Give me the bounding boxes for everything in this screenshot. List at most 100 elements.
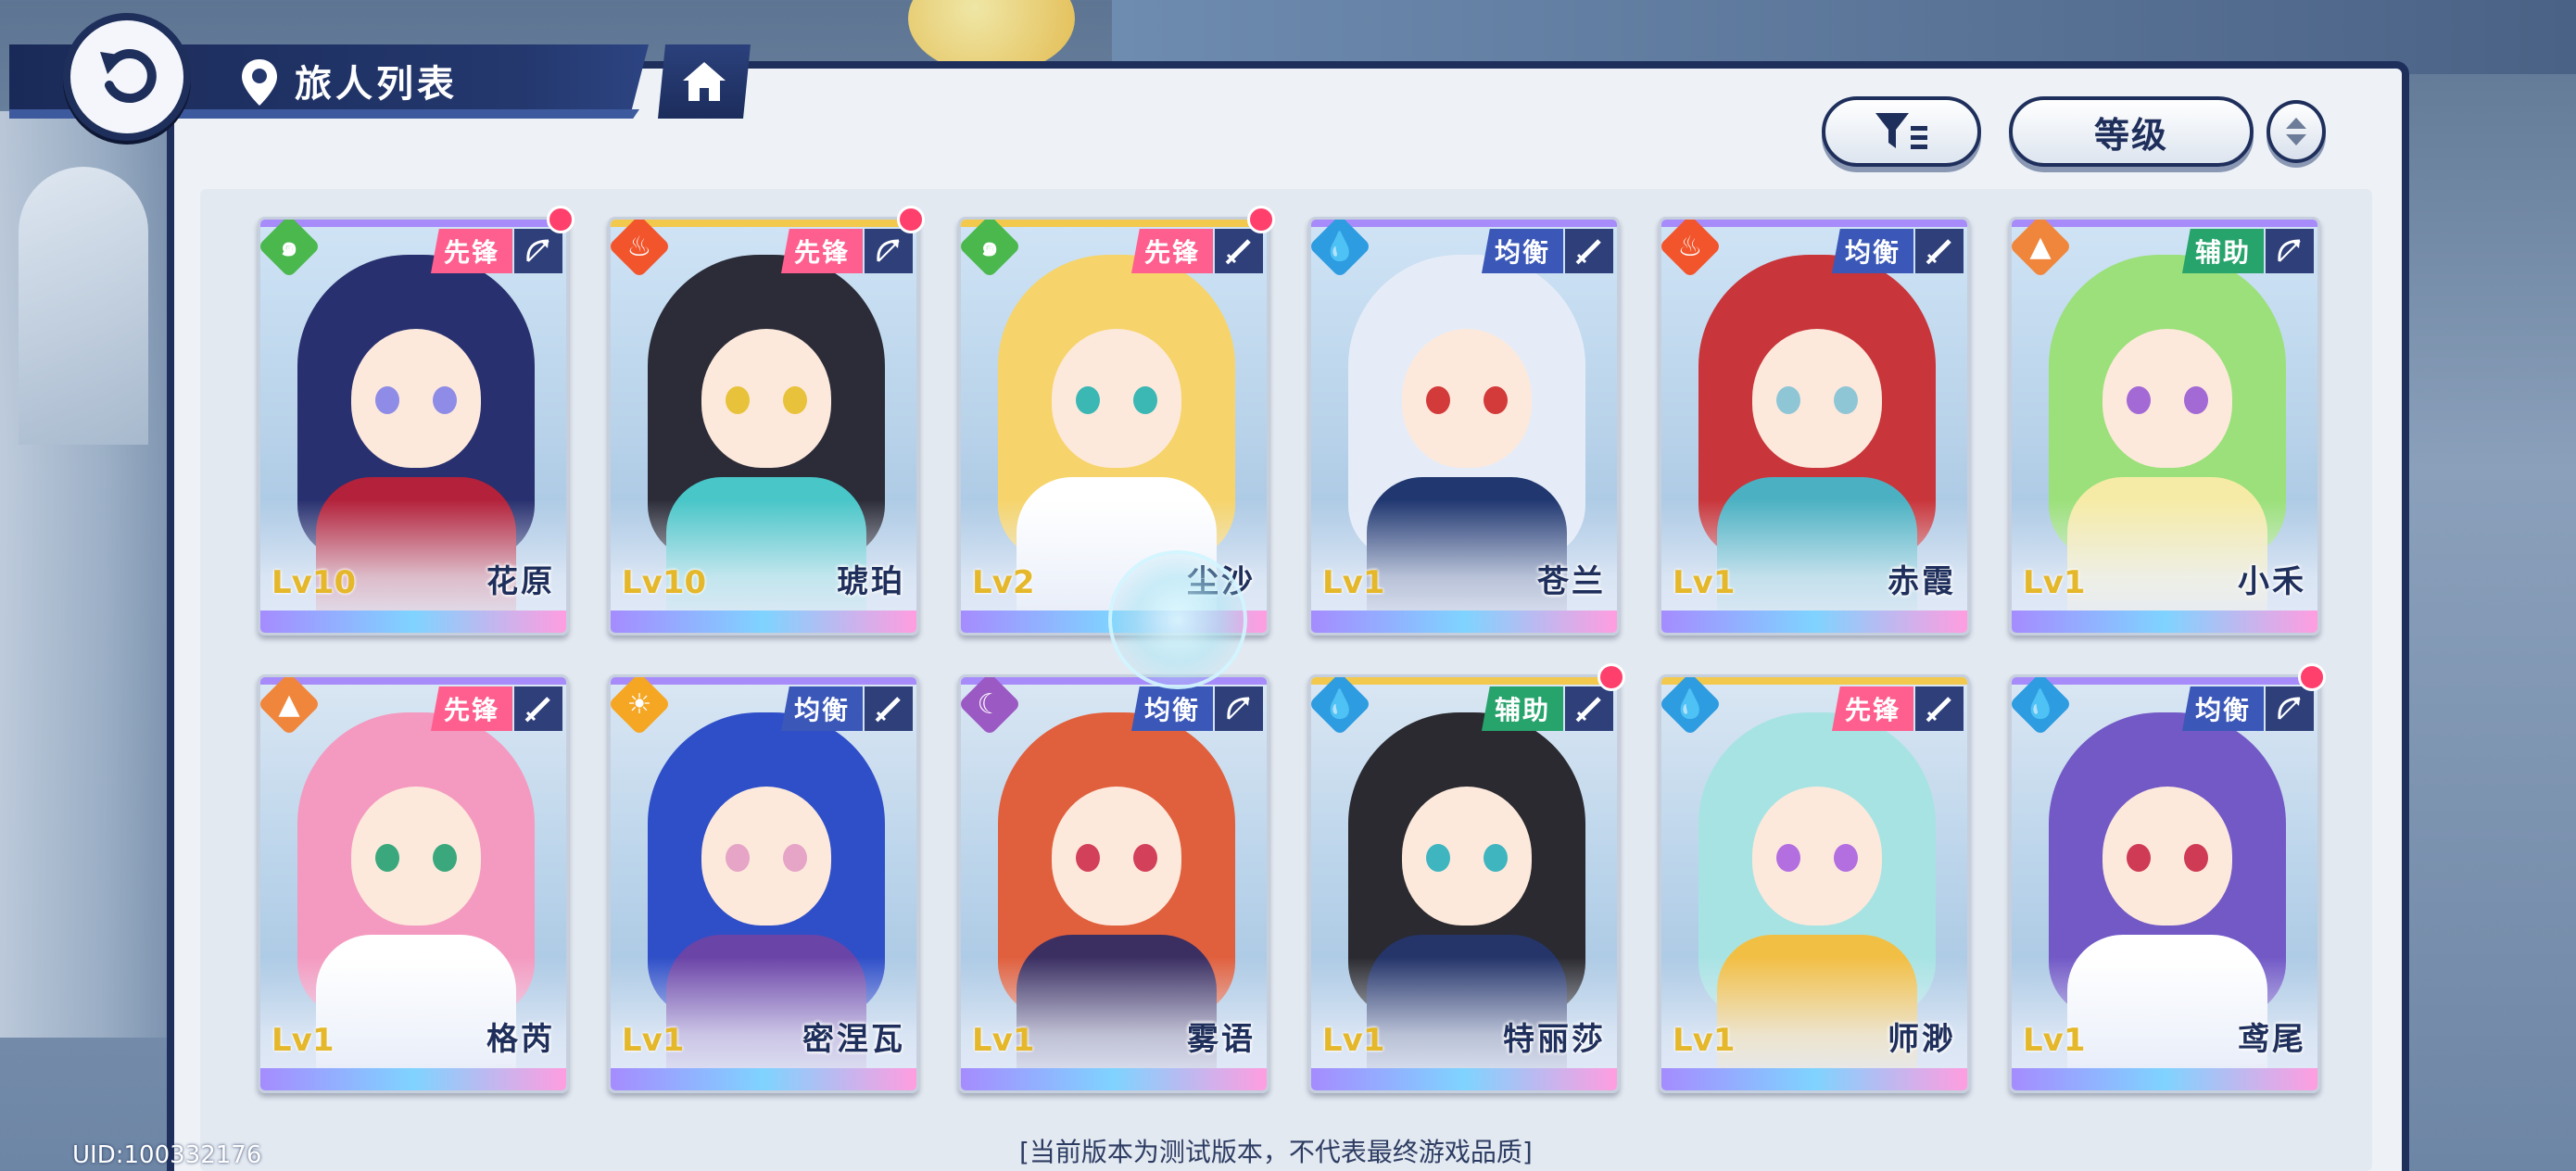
back-button[interactable] (63, 13, 191, 141)
sword-weapon-icon (1565, 686, 1613, 731)
role-tag: 先锋 (1130, 229, 1213, 273)
water-element-icon: 💧 (1322, 230, 1357, 263)
sort-select-button[interactable]: 等级 (2009, 96, 2254, 167)
character-level: Lv1 (1322, 1022, 1385, 1059)
new-indicator-dot (1247, 206, 1275, 233)
bow-weapon-icon (514, 229, 562, 273)
rarity-bar (260, 611, 566, 633)
portrait-face (701, 787, 831, 925)
element-badge: ▲ (2012, 220, 2073, 279)
character-level: Lv1 (622, 1022, 685, 1059)
character-card[interactable]: ▲ 辅助 Lv1 小禾 (2009, 217, 2320, 636)
character-card[interactable]: 💧 先锋 Lv1 师渺 (1659, 674, 1970, 1093)
element-badge: ▲ (260, 677, 322, 737)
light-element-icon: ☀ (626, 687, 652, 721)
element-badge: 💧 (2012, 677, 2073, 737)
portrait-face (2102, 329, 2232, 468)
portrait-eye (375, 844, 399, 872)
role-tag: 先锋 (1831, 686, 1913, 731)
home-icon (683, 62, 726, 101)
portrait-eye (726, 386, 750, 414)
filter-button[interactable] (1822, 96, 1981, 167)
portrait-face (1402, 787, 1532, 925)
dark-element-icon: ☾ (977, 687, 1003, 721)
rarity-bar (1661, 1068, 1967, 1090)
portrait-face (1052, 329, 1181, 468)
rarity-bar (961, 1068, 1267, 1090)
portrait-eye (2127, 386, 2151, 414)
element-badge: ๑ (260, 220, 322, 279)
character-level: Lv2 (972, 564, 1035, 601)
role-tag: 先锋 (430, 686, 512, 731)
character-level: Lv1 (2023, 564, 2086, 601)
bow-weapon-icon (2266, 229, 2314, 273)
test-version-notice: [当前版本为测试版本，不代表最终游戏品质] (1019, 1137, 1533, 1167)
element-badge: ☾ (961, 677, 1022, 737)
earth-element-icon: ▲ (2029, 230, 2052, 263)
portrait-eye (433, 386, 457, 414)
back-arrow-icon (100, 49, 157, 104)
role-tag: 均衡 (2181, 686, 2264, 731)
bow-weapon-icon (2266, 686, 2314, 731)
bow-weapon-icon (865, 229, 913, 273)
portrait-face (1752, 329, 1882, 468)
rarity-bar (611, 1068, 916, 1090)
character-level: Lv1 (972, 1022, 1035, 1059)
new-indicator-dot (1597, 663, 1625, 691)
new-indicator-dot (2298, 663, 2326, 691)
portrait-eye (2127, 844, 2151, 872)
sword-weapon-icon (865, 686, 913, 731)
character-card[interactable]: ♨ 均衡 Lv1 赤霞 (1659, 217, 1970, 636)
character-card[interactable]: 💧 均衡 Lv1 苍兰 (1308, 217, 1620, 636)
portrait-face (351, 787, 481, 925)
portrait-face (1752, 787, 1882, 925)
sword-weapon-icon (514, 686, 562, 731)
portrait-eye (1076, 386, 1100, 414)
role-tag: 均衡 (780, 686, 863, 731)
element-badge: ☀ (611, 677, 672, 737)
rarity-bar (2012, 611, 2317, 633)
filter-icon (1875, 113, 1927, 149)
character-level: Lv1 (1322, 564, 1385, 601)
character-name: 琥珀 (837, 563, 905, 600)
role-tag: 辅助 (2181, 229, 2264, 273)
sort-order-toggle[interactable] (2267, 100, 2326, 163)
portrait-eye (1426, 386, 1450, 414)
character-card[interactable]: ๑ 先锋 Lv10 花原 (258, 217, 569, 636)
role-tag: 辅助 (1481, 686, 1563, 731)
character-card[interactable]: 💧 均衡 Lv1 鸢尾 (2009, 674, 2320, 1093)
earth-element-icon: ▲ (278, 687, 300, 721)
portrait-eye (1426, 844, 1450, 872)
wind-element-icon: ๑ (280, 230, 298, 263)
wind-element-icon: ๑ (980, 230, 999, 263)
home-button[interactable] (658, 44, 751, 119)
portrait-face (1052, 787, 1181, 925)
portrait-eye (1834, 386, 1858, 414)
fire-element-icon: ♨ (1677, 230, 1703, 263)
uid-label: UID:100332176 (72, 1141, 262, 1169)
character-level: Lv1 (2023, 1022, 2086, 1059)
page-title: 旅人列表 (295, 63, 458, 106)
role-tag: 均衡 (1831, 229, 1913, 273)
character-name: 小禾 (2238, 563, 2306, 600)
sword-weapon-icon (1915, 686, 1964, 731)
sword-weapon-icon (1565, 229, 1613, 273)
character-name: 苍兰 (1537, 563, 1606, 600)
role-tag: 均衡 (1130, 686, 1213, 731)
rarity-bar (611, 611, 916, 633)
portrait-eye (2184, 386, 2208, 414)
portrait-eye (375, 386, 399, 414)
location-pin-icon (242, 59, 277, 106)
character-level: Lv1 (1673, 564, 1736, 601)
character-card[interactable]: ▲ 先锋 Lv1 格芮 (258, 674, 569, 1093)
element-badge: ♨ (611, 220, 672, 279)
water-element-icon: 💧 (1673, 687, 1708, 721)
touch-indicator (1108, 550, 1247, 689)
character-card[interactable]: ☀ 均衡 Lv1 密涅瓦 (608, 674, 919, 1093)
character-card[interactable]: 💧 辅助 Lv1 特丽莎 (1308, 674, 1620, 1093)
character-name: 雾语 (1187, 1021, 1256, 1058)
character-name: 赤霞 (1888, 563, 1956, 600)
character-card[interactable]: ♨ 先锋 Lv10 琥珀 (608, 217, 919, 636)
character-name: 密涅瓦 (802, 1021, 905, 1058)
character-card[interactable]: ☾ 均衡 Lv1 雾语 (958, 674, 1269, 1093)
